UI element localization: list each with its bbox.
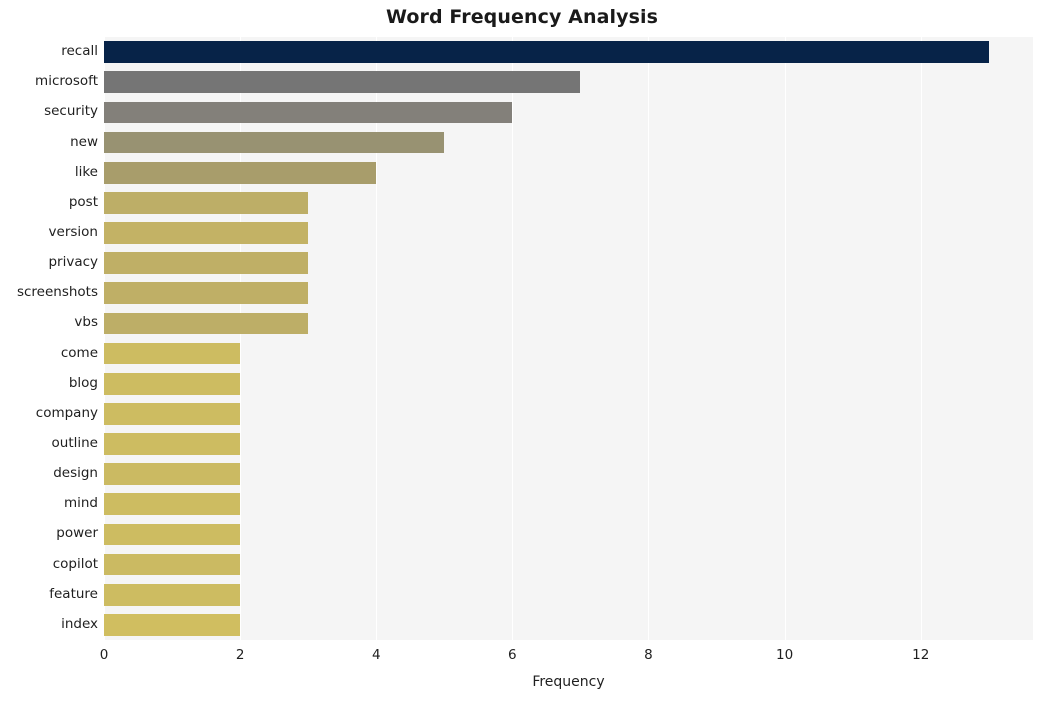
- bar-new: [104, 131, 445, 154]
- y-tick-label-outline: outline: [51, 435, 98, 452]
- bar-row: [104, 131, 1033, 154]
- bar-vbs: [104, 312, 309, 335]
- y-tick-label-design: design: [53, 465, 98, 482]
- y-tick-label-screenshots: screenshots: [16, 284, 98, 301]
- bar-row: [104, 191, 1033, 214]
- y-tick-label-recall: recall: [61, 43, 98, 60]
- bar-row: [104, 312, 1033, 335]
- bar-row: [104, 252, 1033, 274]
- bar-design: [104, 463, 241, 486]
- x-tick-label-4: 4: [371, 647, 381, 663]
- x-tick-label-8: 8: [644, 647, 653, 663]
- x-axis-title: Frequency: [532, 674, 605, 690]
- y-tick-label-post: post: [68, 193, 98, 210]
- bar-row: [104, 41, 1033, 63]
- y-tick-label-feature: feature: [49, 585, 98, 602]
- y-tick-label-microsoft: microsoft: [35, 73, 98, 90]
- bar-index: [104, 614, 241, 636]
- y-tick-label-blog: blog: [68, 374, 98, 391]
- y-tick-label-index: index: [61, 615, 98, 632]
- bar-row: [104, 583, 1033, 606]
- y-tick-label-company: company: [35, 404, 98, 421]
- bar-row: [104, 553, 1033, 576]
- y-tick-label-come: come: [60, 344, 98, 361]
- bar-screenshots: [104, 282, 309, 305]
- bar-row: [104, 372, 1033, 395]
- bar-row: [104, 493, 1033, 516]
- bar-microsoft: [104, 71, 581, 94]
- bar-row: [104, 222, 1033, 244]
- bar-privacy: [104, 252, 309, 274]
- x-tick-label-6: 6: [508, 647, 517, 663]
- bar-security: [104, 101, 513, 124]
- x-tick-label-2: 2: [235, 647, 245, 663]
- bar-mind: [104, 493, 241, 516]
- y-tick-label-copilot: copilot: [52, 555, 98, 572]
- y-tick-label-new: new: [70, 133, 98, 150]
- x-tick-label-12: 12: [912, 647, 930, 663]
- bar-come: [104, 342, 241, 365]
- y-tick-label-power: power: [56, 525, 98, 542]
- y-tick-label-version: version: [48, 223, 98, 240]
- bar-row: [104, 433, 1033, 455]
- bar-row: [104, 161, 1033, 184]
- plot-area: [104, 37, 1033, 640]
- bar-row: [104, 403, 1033, 425]
- bar-power: [104, 523, 241, 546]
- y-tick-label-privacy: privacy: [48, 254, 98, 271]
- chart-title: Word Frequency Analysis: [385, 6, 659, 28]
- bar-company: [104, 403, 241, 425]
- bar-row: [104, 282, 1033, 305]
- bar-row: [104, 101, 1033, 124]
- y-axis-tick-labels: recall microsoft security new like post versio…: [0, 37, 98, 640]
- bar-row: [104, 463, 1033, 486]
- y-tick-label-vbs: vbs: [74, 314, 98, 331]
- bar-like: [104, 161, 377, 184]
- y-tick-label-security: security: [44, 103, 98, 120]
- bar-row: [104, 614, 1033, 636]
- bar-row: [104, 523, 1033, 546]
- x-tick-label-10: 10: [775, 647, 794, 663]
- bars-layer: [104, 37, 1033, 640]
- bar-outline: [104, 433, 241, 455]
- y-tick-label-mind: mind: [63, 495, 98, 512]
- bar-recall: [104, 41, 989, 63]
- bar-post: [104, 191, 309, 214]
- bar-row: [104, 71, 1033, 94]
- bar-copilot: [104, 553, 241, 576]
- bar-row: [104, 342, 1033, 365]
- word-frequency-chart-figure: Word Frequency Analysis recall microsoft s…: [0, 0, 1044, 701]
- y-tick-label-like: like: [74, 163, 98, 180]
- bar-version: [104, 222, 309, 244]
- x-axis-tick-labels: 0 2 4 6 8 10 12: [100, 640, 1033, 670]
- bar-feature: [104, 583, 241, 606]
- x-tick-label-0: 0: [99, 647, 109, 663]
- bar-blog: [104, 372, 241, 395]
